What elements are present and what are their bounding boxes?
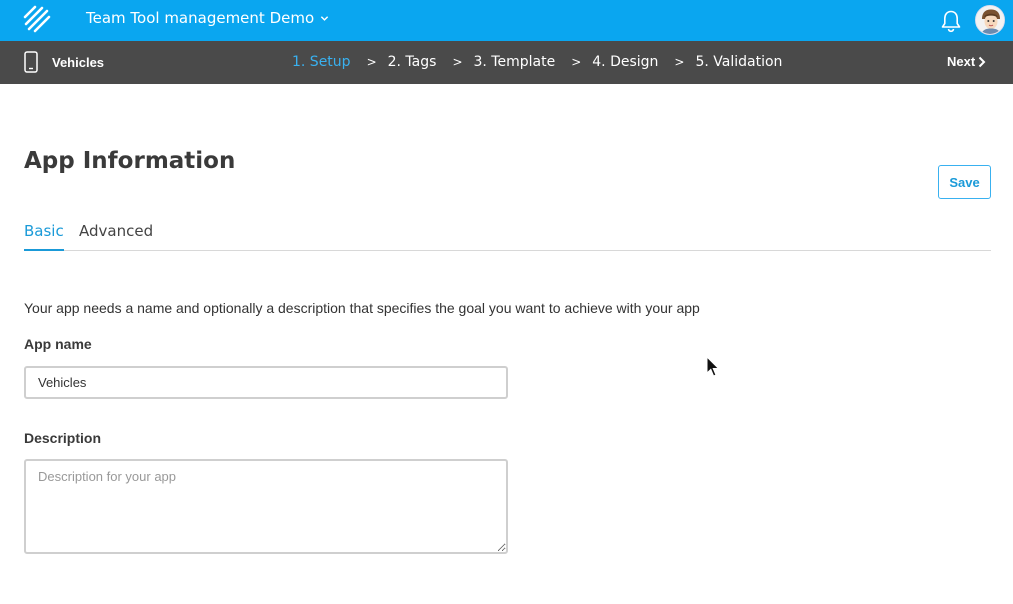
- chevron-right-icon: [978, 56, 986, 67]
- app-name-label: Vehicles: [52, 54, 105, 70]
- next-label: Next: [947, 54, 976, 69]
- tab-basic[interactable]: Basic: [24, 222, 64, 251]
- step-tags[interactable]: 2. Tags: [388, 54, 437, 70]
- description-field-label: Description: [24, 430, 102, 446]
- step-separator: >: [452, 55, 463, 69]
- description-textarea[interactable]: [24, 459, 508, 554]
- bell-icon[interactable]: [940, 9, 962, 33]
- app-identifier: Vehicles: [24, 51, 104, 73]
- next-button[interactable]: Next: [947, 54, 986, 69]
- team-name: Team Tool management Demo: [86, 9, 315, 27]
- tab-advanced[interactable]: Advanced: [79, 222, 153, 251]
- app-name-input[interactable]: [24, 366, 508, 399]
- chevron-down-icon: [320, 15, 329, 21]
- step-separator: >: [674, 55, 685, 69]
- wizard-bar: Vehicles 1. Setup > 2. Tags > 3. Templat…: [0, 41, 1013, 84]
- step-validation[interactable]: 5. Validation: [695, 54, 782, 70]
- top-bar: Team Tool management Demo: [0, 0, 1013, 41]
- step-template[interactable]: 3. Template: [474, 54, 556, 70]
- save-button[interactable]: Save: [938, 165, 991, 199]
- app-name-field-label: App name: [24, 336, 92, 352]
- avatar[interactable]: [975, 5, 1005, 35]
- mouse-pointer-icon: [706, 356, 720, 377]
- team-selector[interactable]: Team Tool management Demo: [86, 9, 329, 27]
- wizard-steps: 1. Setup > 2. Tags > 3. Template > 4. De…: [292, 54, 782, 70]
- logo-icon[interactable]: [22, 4, 52, 34]
- intro-text: Your app needs a name and optionally a d…: [24, 300, 700, 316]
- step-setup[interactable]: 1. Setup: [292, 54, 351, 70]
- step-separator: >: [571, 55, 582, 69]
- step-separator: >: [366, 55, 377, 69]
- user-avatar-icon: [976, 6, 1004, 34]
- tab-bar: Basic Advanced: [24, 222, 991, 251]
- page-title: App Information: [24, 148, 236, 174]
- step-design[interactable]: 4. Design: [592, 54, 658, 70]
- mobile-phone-icon: [24, 51, 38, 73]
